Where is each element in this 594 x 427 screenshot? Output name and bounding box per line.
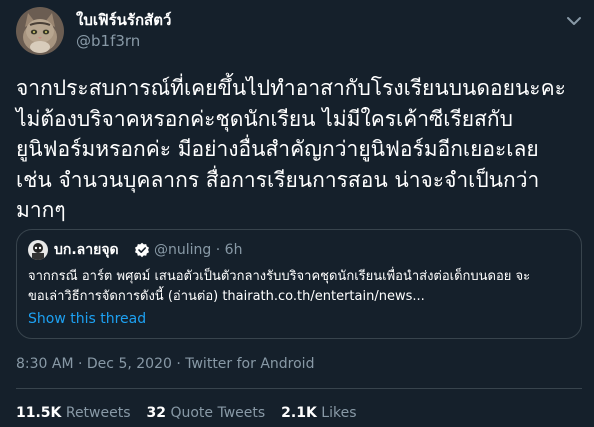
quote-tweets-count: 32 [146, 405, 166, 421]
likes-count: 2.1K [281, 405, 317, 421]
tweet-source[interactable]: Twitter for Android [185, 356, 314, 372]
more-menu-button[interactable] [563, 10, 585, 32]
quoted-separator: · [215, 242, 221, 258]
engagement-stats: 11.5K Retweets 32 Quote Tweets 2.1K Likes [16, 403, 373, 423]
retweets-label: Retweets [65, 405, 131, 421]
tweet-text: จากประสบการณ์ที่เคยขึ้นไปทำอาสากับโรงเรี… [16, 76, 566, 223]
verified-badge-icon [134, 242, 150, 258]
quoted-meta: @nuling · 6h [154, 241, 242, 259]
author-handle[interactable]: @b1f3rn [76, 31, 140, 51]
timestamp-separator: · [78, 356, 83, 372]
person-avatar-icon [28, 240, 48, 260]
quoted-author-avatar [28, 240, 48, 260]
quoted-time: 6h [224, 242, 243, 258]
quoted-tweet-card[interactable]: บก.ลายจุด @nuling · 6h จากกรณี อาร์ต พศุ… [16, 229, 582, 339]
quoted-handle: @nuling [154, 242, 212, 258]
cat-avatar-icon [16, 7, 64, 55]
quoted-tweet-text: จากกรณี อาร์ต พศุตม์ เสนอตัวเป็นตัวกลางร… [28, 269, 531, 304]
quote-tweets-stat[interactable]: 32 Quote Tweets [147, 405, 266, 421]
retweets-stat[interactable]: 11.5K Retweets [16, 405, 131, 421]
likes-stat[interactable]: 2.1K Likes [281, 405, 356, 421]
author-display-name[interactable]: ใบเฟิร์นรักสัตว์ [76, 10, 171, 30]
tweet-time[interactable]: 8:30 AM [16, 356, 74, 372]
author-avatar[interactable] [16, 7, 64, 55]
show-thread-link[interactable]: Show this thread [28, 309, 146, 329]
retweets-count: 11.5K [16, 405, 62, 421]
chevron-down-icon [567, 17, 581, 25]
tweet-date[interactable]: Dec 5, 2020 [87, 356, 172, 372]
timestamp-separator-2: · [176, 356, 181, 372]
divider [16, 388, 582, 389]
quote-tweets-label: Quote Tweets [170, 405, 266, 421]
tweet-timestamp: 8:30 AM · Dec 5, 2020 · Twitter for Andr… [16, 354, 314, 374]
likes-label: Likes [321, 405, 357, 421]
tweet: ใบเฟิร์นรักสัตว์ @b1f3rn จากประสบการณ์ที… [0, 0, 594, 427]
quoted-display-name: บก.ลายจุด [54, 242, 119, 258]
